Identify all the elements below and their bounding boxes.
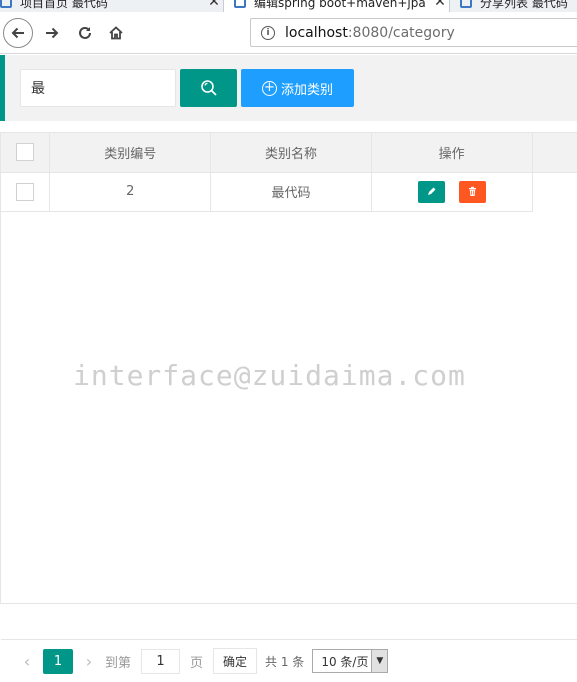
address-bar[interactable]: i localhost:8080/category [250, 18, 577, 47]
search-button[interactable] [180, 69, 237, 107]
browser-tab-1[interactable]: 项目首页 最代码 ✕ [0, 0, 224, 12]
arrow-right-icon [46, 27, 59, 39]
back-button[interactable] [3, 18, 33, 48]
category-table: 类别编号 类别名称 操作 2 最代码 interface@zuidaima.co… [0, 132, 577, 674]
watermark-text: interface@zuidaima.com [73, 359, 466, 392]
column-header-id[interactable]: 类别编号 [49, 133, 212, 173]
reload-button[interactable] [70, 18, 100, 48]
table-header-row: 类别编号 类别名称 操作 [1, 133, 577, 173]
cell-actions [370, 171, 533, 212]
column-header-filler [531, 133, 577, 173]
column-header-actions: 操作 [370, 133, 533, 173]
delete-button[interactable] [458, 180, 486, 203]
page-size-select[interactable]: 10 条/页 ▼ [312, 649, 389, 673]
info-icon[interactable]: i [261, 25, 275, 40]
row-filler-cell [532, 172, 577, 211]
table-row: 2 最代码 [1, 171, 577, 212]
url-path: :8080/category [347, 24, 455, 41]
pencil-icon [427, 187, 436, 195]
page-unit-label: 页 [190, 655, 204, 671]
page-size-value: 10 条/页 [321, 654, 369, 669]
column-header-name[interactable]: 类别名称 [210, 133, 372, 173]
add-category-button[interactable]: + 添加类别 [241, 69, 354, 107]
select-all-cell [1, 133, 51, 173]
tab-close-icon[interactable]: ✕ [205, 0, 223, 10]
home-button[interactable] [101, 18, 131, 48]
add-circle-icon: + [261, 80, 277, 96]
url-host: localhost [285, 24, 348, 41]
add-category-label: 添加类别 [280, 82, 333, 98]
prev-page-icon[interactable]: ‹ [15, 652, 39, 671]
pagination-bar: ‹ 1 › 到第 页 确定 共 1 条 10 条/页 ▼ [1, 639, 577, 682]
cell-category-name: 最代码 [210, 171, 372, 212]
search-icon [200, 80, 217, 96]
select-all-checkbox[interactable] [16, 143, 35, 162]
page-favicon-icon [0, 0, 12, 8]
goto-confirm-button[interactable]: 确定 [213, 648, 258, 674]
tab-title: 分享列表 最代码 [480, 0, 568, 10]
row-checkbox[interactable] [16, 182, 35, 201]
forward-button[interactable] [37, 18, 67, 48]
trash-icon [468, 186, 476, 196]
row-select-cell [1, 171, 51, 212]
arrow-left-icon [11, 27, 24, 39]
browser-tab-2[interactable]: 编辑spring boot+maven+jpa ✕ [224, 0, 450, 12]
home-icon [109, 26, 123, 40]
page-favicon-icon [234, 0, 246, 8]
search-bar: + 添加类别 [0, 55, 577, 121]
reload-icon [79, 26, 91, 39]
browser-tabstrip: 项目首页 最代码 ✕ 编辑spring boot+maven+jpa ✕ 分享列… [0, 0, 577, 12]
total-count: 共 1 条 [265, 654, 305, 669]
current-page-button[interactable]: 1 [43, 648, 73, 674]
tab-title: 编辑spring boot+maven+jpa [254, 0, 426, 10]
tab-title: 项目首页 最代码 [20, 0, 108, 10]
goto-label: 到第 [105, 655, 132, 671]
chevron-down-icon: ▼ [371, 650, 388, 672]
page-favicon-icon [460, 0, 472, 8]
search-input[interactable] [20, 69, 176, 107]
tab-close-icon[interactable]: ✕ [431, 0, 449, 10]
browser-tab-3[interactable]: 分享列表 最代码 [450, 0, 577, 12]
edit-button[interactable] [417, 180, 445, 203]
goto-page-input[interactable] [141, 648, 181, 674]
app-page: + 添加类别 类别编号 类别名称 操作 [0, 55, 577, 674]
next-page-icon[interactable]: › [77, 652, 101, 671]
browser-toolbar: i localhost:8080/category [0, 12, 577, 54]
cell-category-id: 2 [49, 171, 212, 212]
